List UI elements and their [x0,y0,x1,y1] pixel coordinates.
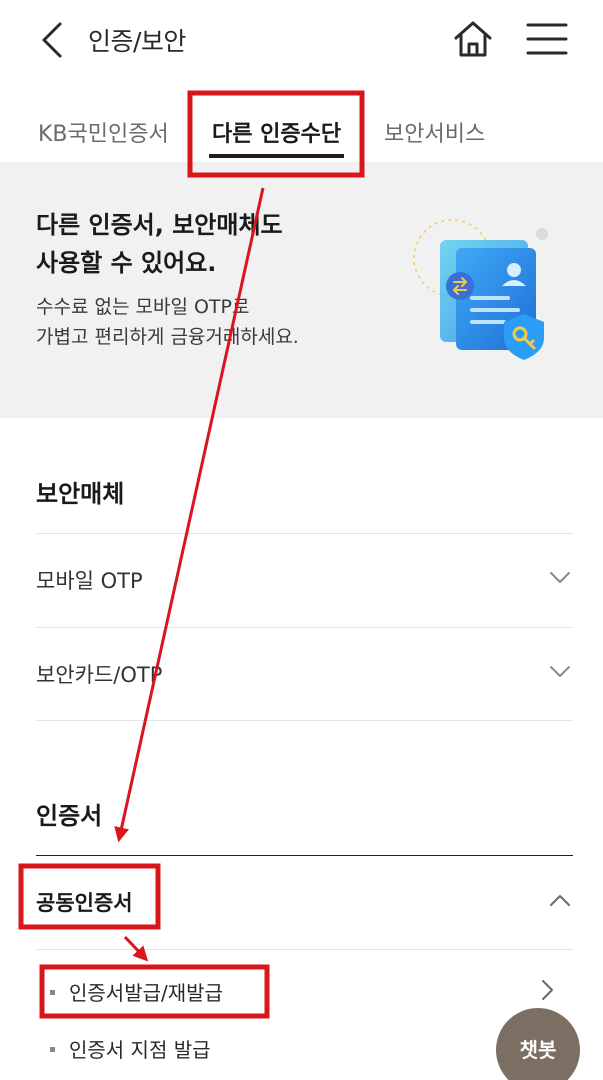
divider [36,949,573,950]
tab-other-auth[interactable]: 다른 인증수단 [212,116,341,148]
chevron-right-icon [542,980,553,1000]
sub-item-label: 인증서 지점 발급 [69,1038,211,1062]
accordion-security-card-otp[interactable]: 보안카드/OTP [36,629,573,719]
chevron-up-icon [550,895,570,906]
accordion-label: 모바일 OTP [36,569,143,593]
accordion-label: 보안카드/OTP [36,663,163,687]
banner-title: 다른 인증서, 보안매체도 사용할 수 있어요. [36,206,283,282]
certificate-shield-illustration-icon [413,219,548,360]
chevron-down-icon [550,572,570,583]
page-title: 인증/보안 [88,27,186,56]
security-media-heading: 보안매체 [36,480,125,508]
certificate-heading: 인증서 [36,802,103,830]
bullet-icon [50,1047,55,1052]
banner-desc-line2: 가볍고 편리하게 금융거래하세요. [36,326,299,348]
accordion-label: 공동인증서 [36,891,133,915]
back-chevron-icon[interactable] [36,20,72,60]
divider [36,627,573,628]
home-icon[interactable] [452,18,494,60]
banner-title-line2: 사용할 수 있어요. [36,249,217,277]
accordion-joint-certificate[interactable]: 공동인증서 [36,857,573,947]
tab-security-service[interactable]: 보안서비스 [384,116,485,148]
banner-title-line1: 다른 인증서, 보안매체도 [36,211,283,239]
divider [36,855,573,856]
sub-item-cert-issue-reissue[interactable]: 인증서발급/재발급 [50,977,223,1006]
page: 인증/보안 KB국민인증서 다른 인증수단 보안서비스 다른 인증서, 보안매체… [0,0,603,1080]
hamburger-menu-icon[interactable] [526,20,568,58]
tab-bar: KB국민인증서 다른 인증수단 보안서비스 [0,100,603,163]
tab-kb-certificate[interactable]: KB국민인증서 [38,116,169,148]
sub-item-label: 인증서발급/재발급 [69,981,223,1005]
banner-desc-line1: 수수료 없는 모바일 OTP로 [36,296,250,318]
sub-item-cert-branch-issue[interactable]: 인증서 지점 발급 [50,1034,211,1063]
accordion-mobile-otp[interactable]: 모바일 OTP [36,535,573,625]
divider [36,720,573,721]
chatbot-button[interactable]: 챗봇 [496,1008,580,1080]
chevron-down-icon [550,666,570,677]
app-header: 인증/보안 [0,0,603,80]
banner-description: 수수료 없는 모바일 OTP로 가볍고 편리하게 금융거래하세요. [36,292,299,352]
bullet-icon [50,990,55,995]
divider [36,533,573,534]
active-tab-indicator [209,154,344,158]
promo-banner: 다른 인증서, 보안매체도 사용할 수 있어요. 수수료 없는 모바일 OTP로… [0,162,603,418]
